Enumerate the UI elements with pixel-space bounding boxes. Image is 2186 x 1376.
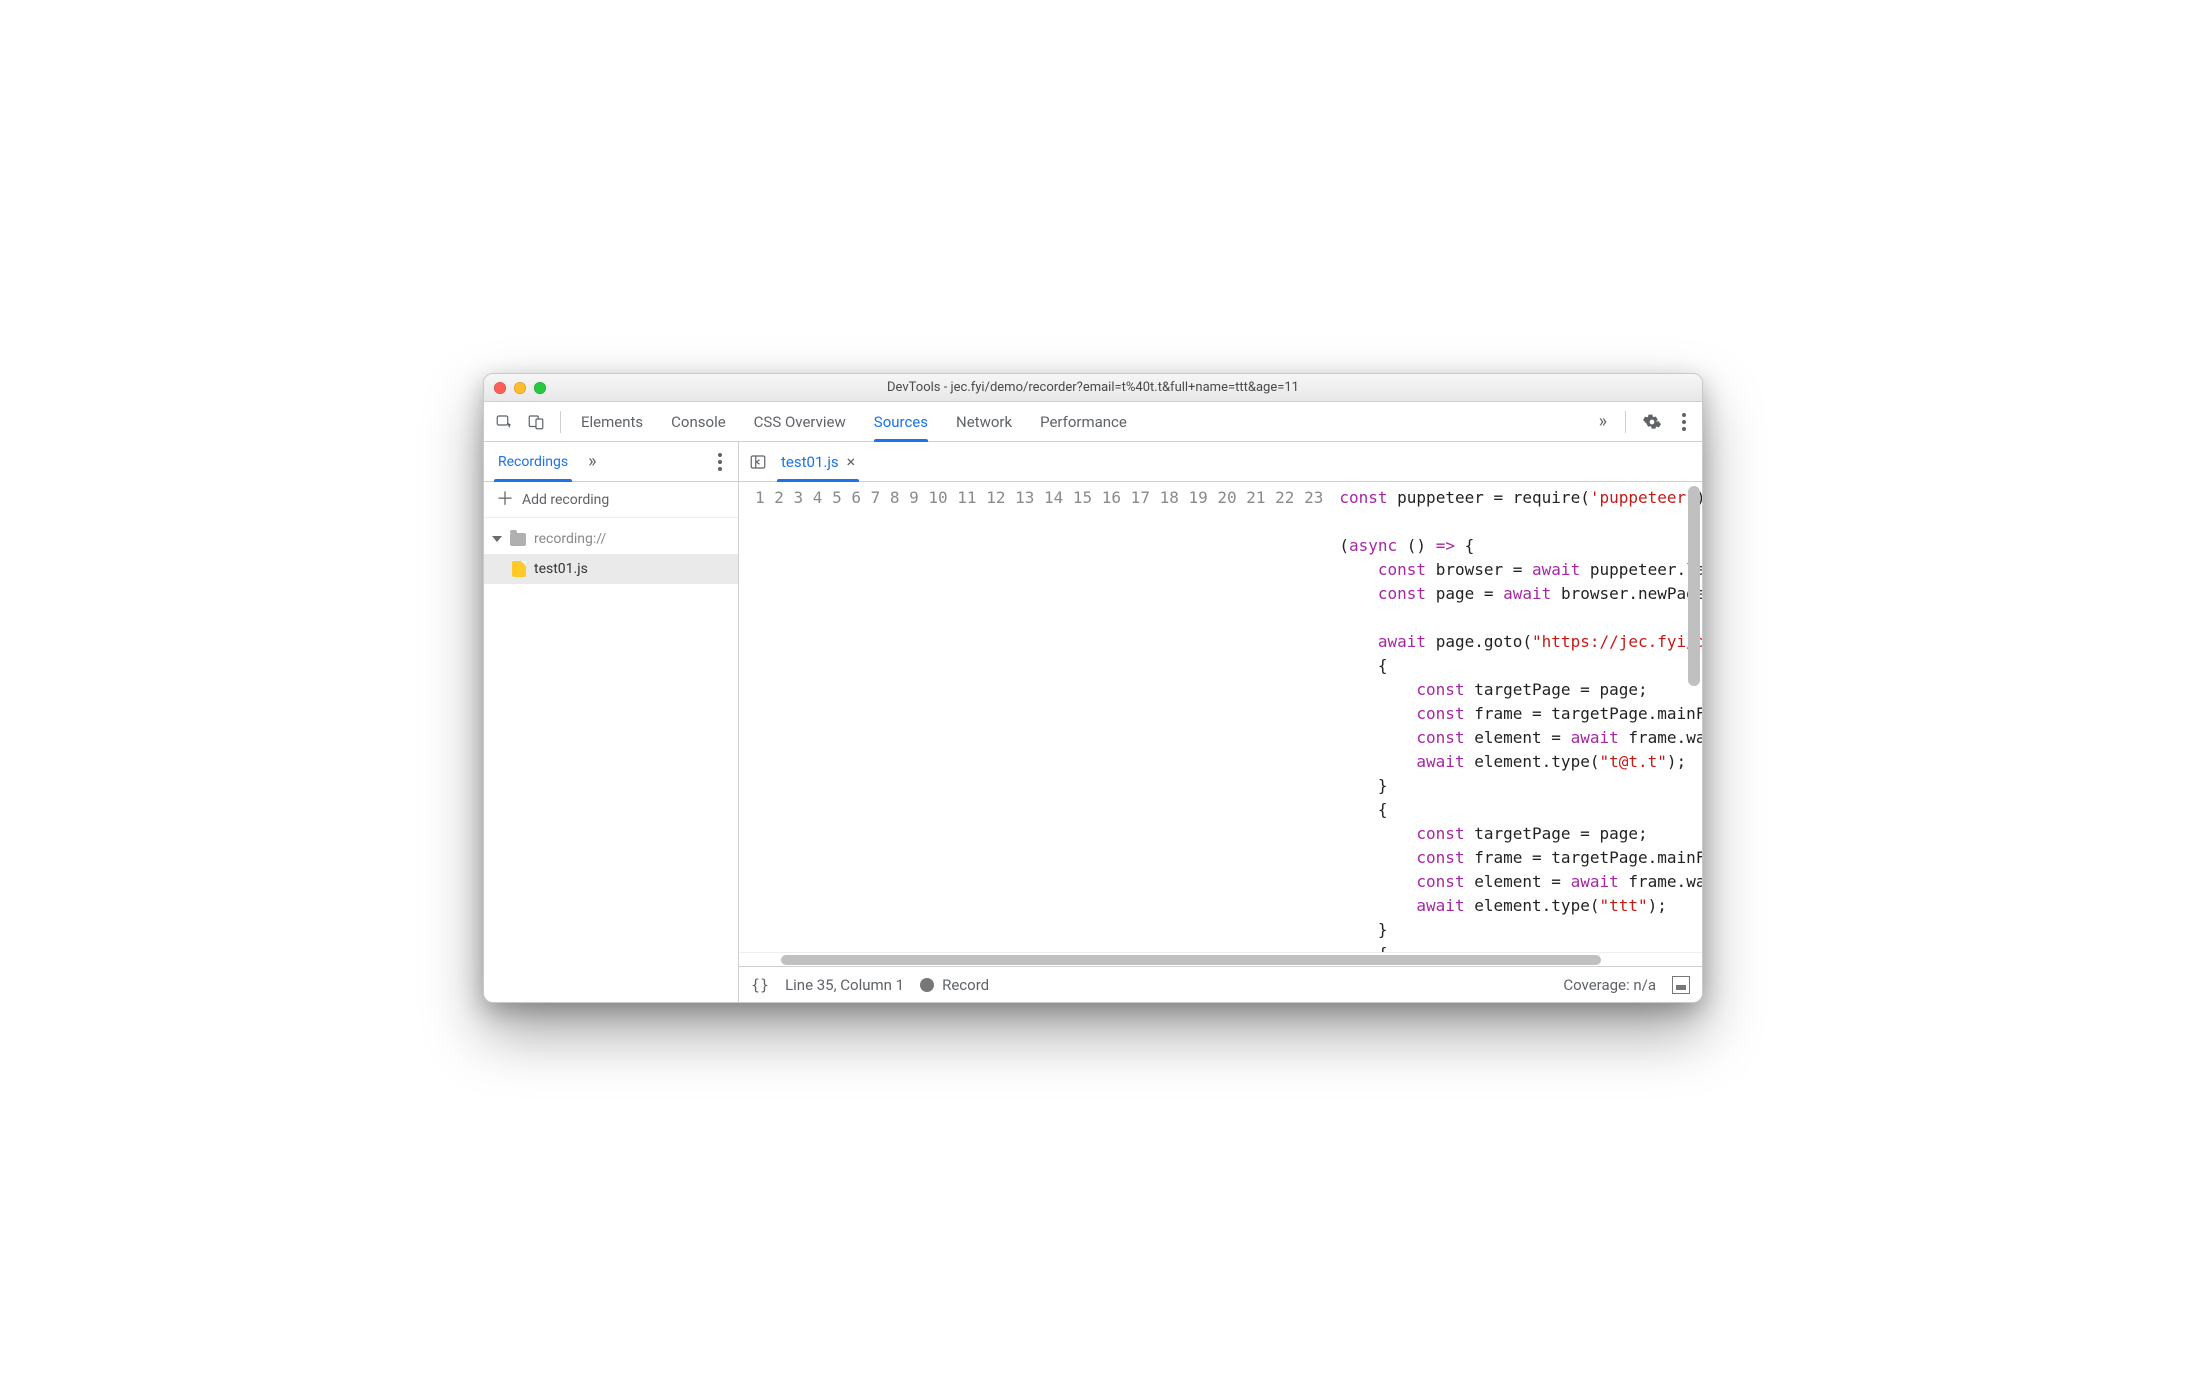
editor-area: test01.js × 1 2 3 4 5 6 7 8 9 10 11 12 1… xyxy=(739,442,1702,1002)
editor-tab-label: test01.js xyxy=(781,453,839,471)
device-toolbar-icon[interactable] xyxy=(522,408,550,436)
panel-tab-performance[interactable]: Performance xyxy=(1040,402,1127,441)
code-viewport: 1 2 3 4 5 6 7 8 9 10 11 12 13 14 15 16 1… xyxy=(739,482,1702,952)
devtools-window: DevTools - jec.fyi/demo/recorder?email=t… xyxy=(483,373,1703,1003)
inspect-element-icon[interactable] xyxy=(490,408,518,436)
horizontal-scrollbar-track xyxy=(739,952,1702,966)
panel-tab-sources[interactable]: Sources xyxy=(874,402,928,441)
add-recording-button[interactable]: ＋ Add recording xyxy=(484,482,738,518)
record-button[interactable]: Record xyxy=(920,976,989,994)
line-gutter: 1 2 3 4 5 6 7 8 9 10 11 12 13 14 15 16 1… xyxy=(739,482,1333,952)
horizontal-scrollbar[interactable] xyxy=(781,955,1601,965)
expand-collapse-icon xyxy=(492,536,502,542)
format-button[interactable]: {} xyxy=(751,976,769,994)
minimize-window-button[interactable] xyxy=(514,382,526,394)
separator xyxy=(1625,411,1626,433)
panel-tab-network[interactable]: Network xyxy=(956,402,1012,441)
content: Recordings » ＋ Add recording recording:/… xyxy=(484,442,1702,1002)
sidebar-more-tabs-button[interactable]: » xyxy=(582,451,602,472)
file-tree: recording:// test01.js xyxy=(484,518,738,590)
panel-tab-elements[interactable]: Elements xyxy=(581,402,643,441)
close-window-button[interactable] xyxy=(494,382,506,394)
settings-icon[interactable] xyxy=(1638,408,1666,436)
main-toolbar: Elements Console CSS Overview Sources Networ… xyxy=(484,402,1702,442)
sidebar-header: Recordings » xyxy=(484,442,738,482)
window-controls xyxy=(494,382,546,394)
close-tab-icon[interactable]: × xyxy=(847,452,856,471)
sidebar-menu-button[interactable] xyxy=(708,450,732,474)
panel-tab-console[interactable]: Console xyxy=(671,402,726,441)
toggle-navigator-icon[interactable] xyxy=(745,449,771,475)
sidebar-tab-recordings[interactable]: Recordings xyxy=(494,442,572,481)
panel-tabs: Elements Console CSS Overview Sources Networ… xyxy=(581,402,1127,441)
show-drawer-icon[interactable] xyxy=(1672,976,1690,994)
tree-file-label: test01.js xyxy=(534,561,588,577)
more-tabs-button[interactable]: » xyxy=(1593,411,1613,432)
separator xyxy=(560,411,561,433)
main-menu-button[interactable] xyxy=(1672,410,1696,434)
status-bar: {} Line 35, Column 1 Record Coverage: n/… xyxy=(739,966,1702,1002)
navigator-sidebar: Recordings » ＋ Add recording recording:/… xyxy=(484,442,739,1002)
cursor-position: Line 35, Column 1 xyxy=(785,976,904,994)
panel-tab-css-overview[interactable]: CSS Overview xyxy=(754,402,846,441)
record-icon xyxy=(920,978,934,992)
editor-tab[interactable]: test01.js × xyxy=(777,442,859,481)
titlebar: DevTools - jec.fyi/demo/recorder?email=t… xyxy=(484,374,1702,402)
record-label: Record xyxy=(942,976,989,994)
zoom-window-button[interactable] xyxy=(534,382,546,394)
js-file-icon xyxy=(512,561,526,577)
add-recording-label: Add recording xyxy=(522,492,609,508)
tree-file-row[interactable]: test01.js xyxy=(484,554,738,584)
editor-tabbar: test01.js × xyxy=(739,442,1702,482)
tree-folder-row[interactable]: recording:// xyxy=(484,524,738,554)
tree-folder-label: recording:// xyxy=(534,531,606,547)
folder-icon xyxy=(510,533,526,546)
vertical-scrollbar[interactable] xyxy=(1688,486,1700,686)
coverage-status: Coverage: n/a xyxy=(1563,976,1656,994)
window-title: DevTools - jec.fyi/demo/recorder?email=t… xyxy=(484,380,1702,395)
plus-icon: ＋ xyxy=(496,491,514,509)
code-content[interactable]: const puppeteer = require('puppeteer'); … xyxy=(1333,482,1702,952)
